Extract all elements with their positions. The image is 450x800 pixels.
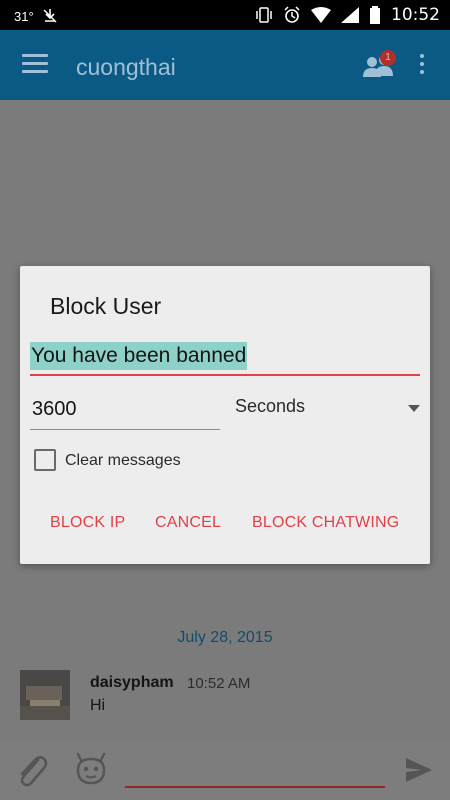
attachment-icon[interactable] <box>14 752 48 788</box>
send-icon[interactable] <box>404 756 434 784</box>
ban-reason-input[interactable]: You have been banned <box>30 340 420 376</box>
temperature-text: 31° <box>14 8 34 24</box>
block-user-dialog: Block User You have been banned 3600 Sec… <box>20 266 430 564</box>
clear-messages-label[interactable]: Clear messages <box>65 452 181 470</box>
status-bar: 31° 10:52 <box>0 0 450 30</box>
duration-unit-label: Seconds <box>235 396 306 416</box>
message-username[interactable]: daisypham <box>90 674 174 692</box>
overflow-menu-icon[interactable] <box>418 54 426 78</box>
signal-icon <box>341 7 359 23</box>
block-ip-button[interactable]: BLOCK IP <box>50 514 125 532</box>
app-bar: cuongthai 1 <box>0 30 450 100</box>
clear-messages-checkbox[interactable] <box>34 449 56 471</box>
notification-badge: 1 <box>380 50 396 66</box>
alarm-icon <box>284 6 300 23</box>
dropdown-caret-icon <box>408 405 420 412</box>
chatroom-title: cuongthai <box>76 54 176 80</box>
duration-input[interactable]: 3600 <box>30 392 220 430</box>
wifi-icon <box>311 7 331 23</box>
message-input[interactable] <box>125 760 385 788</box>
avatar[interactable] <box>20 670 70 720</box>
download-off-icon <box>43 9 57 23</box>
cancel-button[interactable]: CANCEL <box>155 514 221 532</box>
block-chatwing-button[interactable]: BLOCK CHATWING <box>252 514 399 532</box>
ban-reason-text: You have been banned <box>30 342 248 370</box>
message-timestamp: 10:52 AM <box>187 675 251 692</box>
vibrate-icon <box>256 7 272 23</box>
date-separator: July 28, 2015 <box>177 629 273 646</box>
menu-icon[interactable] <box>22 54 48 74</box>
emoji-icon[interactable] <box>74 752 108 786</box>
message-text: Hi <box>90 697 106 714</box>
dialog-title: Block User <box>50 293 162 319</box>
clock-text: 10:52 <box>391 5 440 25</box>
battery-icon <box>370 6 380 24</box>
message-input-bar <box>0 740 450 800</box>
duration-unit-select[interactable]: Seconds <box>235 396 420 426</box>
